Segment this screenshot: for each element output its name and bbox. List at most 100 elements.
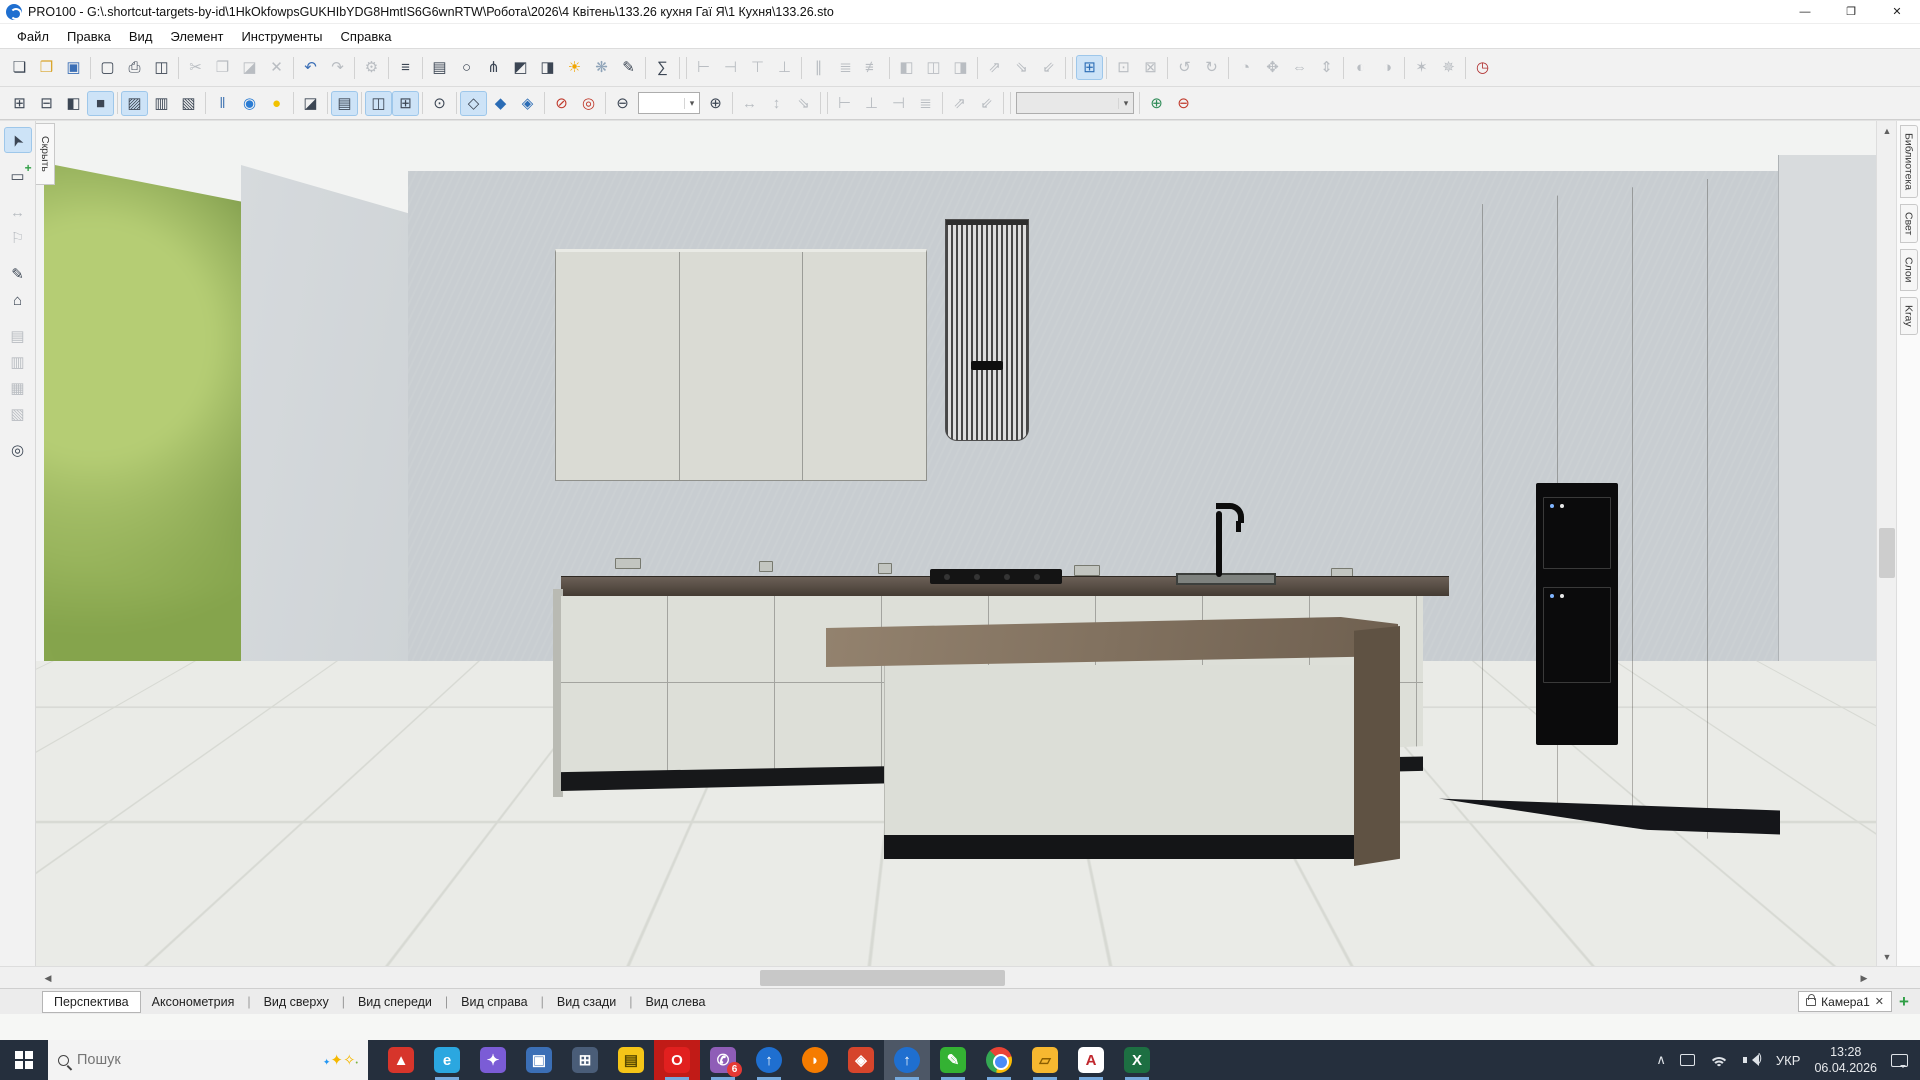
picker-tool-button[interactable]: ✎	[4, 261, 32, 287]
view-tab-3[interactable]: Вид сверху	[253, 992, 340, 1012]
photos-taskbar-button[interactable]: ▣	[516, 1040, 562, 1080]
mirror-button[interactable]: ⇔	[1286, 55, 1313, 80]
annotate-button[interactable]: ✎	[615, 55, 642, 80]
callout-tool-button[interactable]: ⚐	[4, 225, 32, 251]
hide-panel-tab[interactable]: Скрыть	[36, 123, 55, 185]
add-camera-button[interactable]: +	[1894, 991, 1914, 1012]
report-cutting-button[interactable]: ▦	[4, 375, 32, 401]
background-toggle-button[interactable]: ◪	[297, 91, 324, 116]
menu-6[interactable]: Справка	[332, 27, 401, 46]
view-photo-button[interactable]: ▧	[175, 91, 202, 116]
report-boards-button[interactable]: ▥	[4, 349, 32, 375]
view-tab-1[interactable]: Перспектива	[42, 991, 141, 1013]
rotate-x-button[interactable]: ⇗	[981, 55, 1008, 80]
copy-button[interactable]: ❐	[209, 55, 236, 80]
menu-5[interactable]: Инструменты	[232, 27, 331, 46]
view-tab-6[interactable]: Вид сзади	[546, 992, 627, 1012]
view-colors-button[interactable]: ◧	[60, 91, 87, 116]
close-camera-icon[interactable]: ✕	[1875, 995, 1884, 1008]
camera-tab[interactable]: Камера1 ✕	[1798, 991, 1892, 1012]
space-evenly-h-button[interactable]: ∥	[805, 55, 832, 80]
snap-to-grid-button[interactable]: ⊞	[1076, 55, 1103, 80]
group-button[interactable]: ⊡	[1110, 55, 1137, 80]
distribute-right-button[interactable]: ⊣	[717, 55, 744, 80]
distribute-left-button[interactable]: ⊢	[690, 55, 717, 80]
print-copies-button[interactable]: ◫	[148, 55, 175, 80]
rotate-ccw-button[interactable]: ↺	[1171, 55, 1198, 80]
cut-button[interactable]: ✂	[182, 55, 209, 80]
snap-move-button[interactable]: ◈	[514, 91, 541, 116]
space-grid-button[interactable]: ≢	[859, 55, 886, 80]
close-button[interactable]: ✕	[1874, 0, 1920, 24]
view-shaded-button[interactable]: ■	[87, 91, 114, 116]
visibility-button[interactable]: ⊙	[426, 91, 453, 116]
tilt-right-button[interactable]: ⇙	[973, 91, 1000, 116]
fit-selection-button[interactable]: ⇘	[790, 91, 817, 116]
vertical-scrollbar[interactable]: ▲ ▼	[1876, 121, 1896, 967]
side-tab-свет[interactable]: Свет	[1900, 204, 1918, 243]
sparkle-a-button[interactable]: ✶	[1408, 55, 1435, 80]
stretch-button[interactable]: ⇕	[1313, 55, 1340, 80]
structure-button[interactable]: ⋔	[480, 55, 507, 80]
dimension-tool-button[interactable]: ↔	[4, 199, 32, 225]
collisions-off-button[interactable]: ⊘	[548, 91, 575, 116]
align-center-button[interactable]: ◫	[920, 55, 947, 80]
align-right-button[interactable]: ◨	[947, 55, 974, 80]
undo-button[interactable]: ↶	[297, 55, 324, 80]
clock[interactable]: 13:28 06.04.2026	[1814, 1044, 1877, 1077]
snap-edges-button[interactable]: ◇	[460, 91, 487, 116]
paper-preview-button[interactable]: ▤	[331, 91, 358, 116]
fit-width-button[interactable]: ↔	[736, 91, 763, 116]
align2-right-button[interactable]: ⊣	[885, 91, 912, 116]
benchmark-button[interactable]: ◷	[1469, 55, 1496, 80]
view-contours-button[interactable]: ▥	[148, 91, 175, 116]
distribute-top-button[interactable]: ⊤	[744, 55, 771, 80]
add-element-button[interactable]: ▭	[4, 163, 32, 189]
volume-icon[interactable]: )	[1743, 1053, 1762, 1067]
chrome-taskbar-button[interactable]	[976, 1040, 1022, 1080]
excel-taskbar-button[interactable]: X	[1114, 1040, 1160, 1080]
sticky-notes-taskbar-button[interactable]: ▤	[608, 1040, 654, 1080]
pro100-taskbar-button[interactable]: ↑	[746, 1040, 792, 1080]
scroll-down-icon[interactable]: ▼	[1877, 947, 1897, 967]
sparkle-b-button[interactable]: ✵	[1435, 55, 1462, 80]
view-tab-7[interactable]: Вид слева	[634, 992, 716, 1012]
notes-green-taskbar-button[interactable]: ✎	[930, 1040, 976, 1080]
3d-viewport[interactable]	[36, 121, 1876, 967]
align-surface-button[interactable]: ◩	[507, 55, 534, 80]
element-properties-button[interactable]: ≡	[392, 55, 419, 80]
free-rotate-button[interactable]: ◔	[1232, 55, 1259, 80]
render-burst-button[interactable]: ❋	[588, 55, 615, 80]
copilot-taskbar-button[interactable]: ✦	[470, 1040, 516, 1080]
view-wireframe-button[interactable]: ⊞	[6, 91, 33, 116]
rotate-y-button[interactable]: ⇘	[1008, 55, 1035, 80]
grid-full-button[interactable]: ⊞	[392, 91, 419, 116]
open-folder-button[interactable]: ❒	[33, 55, 60, 80]
find-zoom-button[interactable]: ◎	[4, 437, 32, 463]
ungroup-button[interactable]: ⊠	[1137, 55, 1164, 80]
delete-button[interactable]: ✕	[263, 55, 290, 80]
walk-mode-button[interactable]: ‖	[209, 91, 236, 116]
align2-top-button[interactable]: ≣	[912, 91, 939, 116]
start-button[interactable]	[0, 1040, 48, 1080]
report-elements-button[interactable]: ▤	[4, 323, 32, 349]
solitaire-taskbar-button[interactable]: ◈	[838, 1040, 884, 1080]
shade-front-button[interactable]: ◐	[1347, 55, 1374, 80]
print-button[interactable]: ⎙	[121, 55, 148, 80]
horizontal-scroll-thumb[interactable]	[760, 970, 1005, 986]
align2-middle-button[interactable]: ⊥	[858, 91, 885, 116]
report-button[interactable]: ▤	[426, 55, 453, 80]
taskbar-search[interactable]: ✦✦✧•	[48, 1040, 368, 1080]
horizontal-scrollbar[interactable]: ◀ ▶	[0, 966, 1920, 988]
autocad-taskbar-button[interactable]: A	[1068, 1040, 1114, 1080]
select-tool-button[interactable]: ➤	[4, 127, 32, 153]
maximize-button[interactable]: ❐	[1828, 0, 1874, 24]
view-sketch-button[interactable]: ⊟	[33, 91, 60, 116]
precision-mode-button[interactable]: ◎	[575, 91, 602, 116]
page-setup-button[interactable]: ▢	[94, 55, 121, 80]
view-textures-button[interactable]: ▨	[121, 91, 148, 116]
minimize-button[interactable]: —	[1782, 0, 1828, 24]
scroll-left-icon[interactable]: ◀	[38, 967, 58, 989]
sketchup-taskbar-button[interactable]: ▲	[378, 1040, 424, 1080]
menu-1[interactable]: Файл	[8, 27, 58, 46]
